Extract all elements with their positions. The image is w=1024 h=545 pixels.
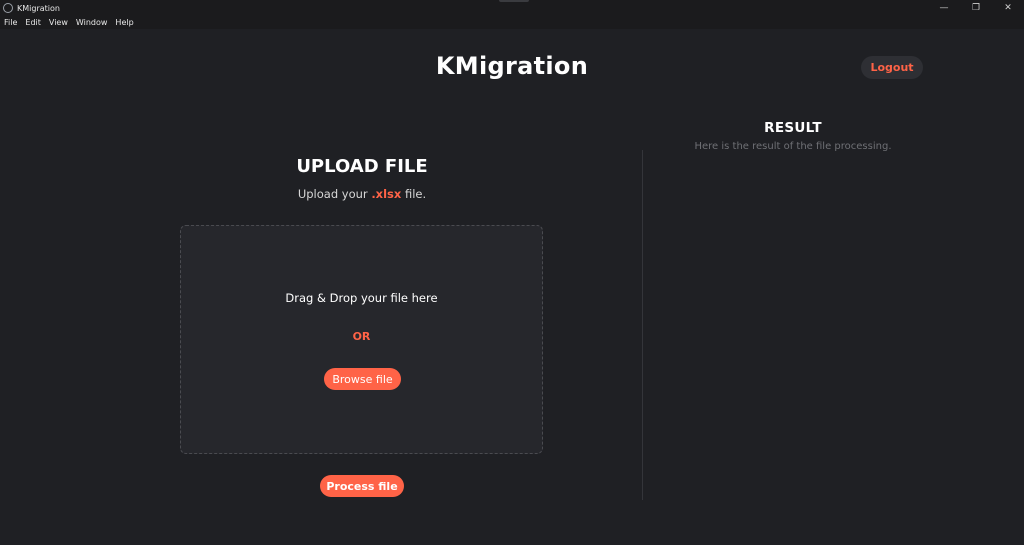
section-divider <box>642 150 643 500</box>
menu-edit[interactable]: Edit <box>25 18 41 27</box>
file-extension-label: .xlsx <box>371 187 402 201</box>
menu-help[interactable]: Help <box>115 18 133 27</box>
upload-subtitle-suffix: file. <box>401 187 427 201</box>
minimize-icon[interactable]: — <box>928 0 960 16</box>
menu-bar: File Edit View Window Help <box>0 16 1024 29</box>
process-file-button[interactable]: Process file <box>320 475 404 497</box>
title-bar-notch <box>499 0 529 2</box>
browse-file-button[interactable]: Browse file <box>324 368 401 390</box>
menu-file[interactable]: File <box>4 18 17 27</box>
window-title: KMigration <box>17 3 60 13</box>
result-subtitle: Here is the result of the file processin… <box>694 141 892 152</box>
window-controls: — ❐ ✕ <box>928 0 1024 16</box>
logout-button[interactable]: Logout <box>861 56 923 79</box>
menu-window[interactable]: Window <box>76 18 108 27</box>
close-icon[interactable]: ✕ <box>992 0 1024 16</box>
or-separator: OR <box>352 330 371 343</box>
result-title: RESULT <box>764 120 822 136</box>
upload-subtitle: Upload your .xlsx file. <box>232 187 492 201</box>
title-bar: KMigration — ❐ ✕ <box>0 0 1024 16</box>
menu-view[interactable]: View <box>49 18 68 27</box>
upload-title: UPLOAD FILE <box>296 156 428 177</box>
file-dropzone[interactable]: Drag & Drop your file here OR Browse fil… <box>180 225 543 454</box>
app-logo-icon <box>3 3 13 13</box>
upload-subtitle-prefix: Upload your <box>297 187 372 201</box>
dropzone-text: Drag & Drop your file here <box>285 291 438 305</box>
restore-icon[interactable]: ❐ <box>960 0 992 16</box>
